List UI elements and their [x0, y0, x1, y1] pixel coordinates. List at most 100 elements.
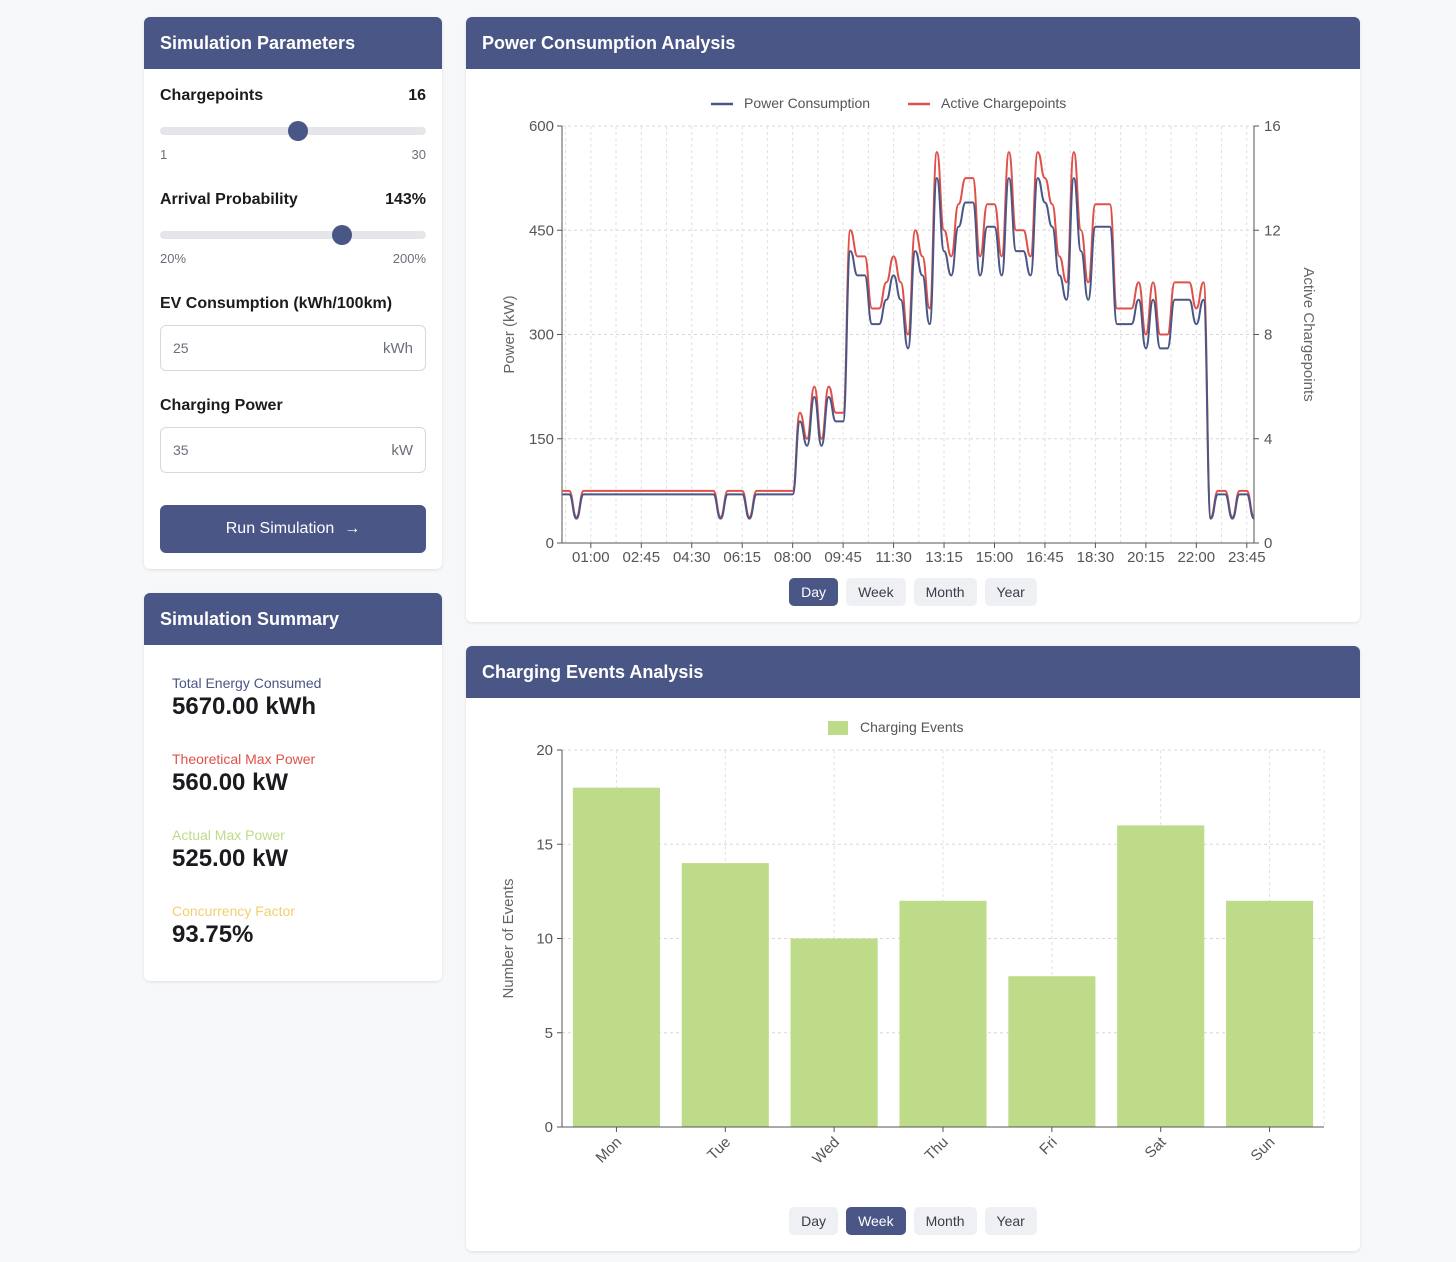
legend-label: Active Chargepoints	[941, 95, 1066, 111]
ev-consumption-field[interactable]: 25 kWh	[160, 325, 426, 371]
x-tick-label: 15:00	[976, 549, 1014, 566]
arrival-slider-thumb[interactable]	[331, 225, 352, 245]
panel-title: Power Consumption Analysis	[466, 17, 1360, 69]
y-axis-label: Number of Events	[500, 878, 517, 998]
arrival-value: 143%	[385, 191, 426, 208]
bar-sat	[1117, 825, 1205, 1127]
y2-tick-label: 8	[1264, 327, 1272, 344]
x-tick-label: Tue	[704, 1134, 734, 1164]
run-simulation-button[interactable]: Run Simulation →	[160, 505, 426, 553]
power-consumption-panel: Power Consumption Analysis Power Consump…	[466, 17, 1360, 622]
x-tick-label: Mon	[593, 1134, 626, 1167]
power-tab-year[interactable]: Year	[984, 578, 1037, 606]
power-tab-month[interactable]: Month	[913, 578, 977, 606]
x-tick-label: 16:45	[1026, 549, 1064, 566]
x-tick-label: 11:30	[875, 549, 911, 566]
power-tab-week[interactable]: Week	[846, 578, 906, 606]
stat-actual-max-power: Actual Max Power 525.00 kW	[172, 827, 288, 873]
bar-sun	[1226, 900, 1314, 1127]
stat-label: Actual Max Power	[172, 827, 285, 843]
y-tick-label: 600	[529, 118, 554, 135]
x-tick-label: 23:45	[1228, 549, 1266, 566]
chargepoints-label: Chargepoints	[160, 87, 264, 104]
stat-label: Concurrency Factor	[172, 903, 295, 919]
legend-label: Power Consumption	[744, 95, 870, 111]
y-tick-label: 450	[529, 222, 554, 239]
y-tick-label: 150	[529, 431, 554, 448]
stat-theoretical-max-power: Theoretical Max Power 560.00 kW	[172, 751, 315, 797]
arrow-right-icon: →	[344, 520, 361, 537]
x-tick-label: Sat	[1142, 1133, 1171, 1162]
arrival-max: 200%	[392, 251, 426, 266]
x-tick-label: Wed	[809, 1134, 843, 1168]
y-tick-label: 0	[545, 1119, 553, 1136]
legend-swatch	[828, 721, 848, 735]
bar-mon	[572, 787, 660, 1127]
ev-consumption-label: EV Consumption (kWh/100km)	[160, 295, 393, 312]
charging-power-label: Charging Power	[160, 397, 283, 414]
stat-value: 525.00 kW	[172, 845, 289, 872]
events-tab-day[interactable]: Day	[789, 1207, 839, 1235]
power-period-tabs: Day Week Month Year	[466, 578, 1360, 606]
panel-title: Simulation Parameters	[144, 17, 442, 69]
bar-thu	[899, 900, 987, 1127]
ev-consumption-unit: kWh	[383, 339, 413, 357]
x-tick-label: 02:45	[623, 549, 661, 566]
stat-value: 5670.00 kWh	[172, 693, 317, 720]
y-tick-label: 5	[545, 1025, 553, 1042]
x-tick-label: 22:00	[1178, 549, 1216, 566]
power-tab-day[interactable]: Day	[789, 578, 839, 606]
events-tab-year[interactable]: Year	[984, 1207, 1037, 1235]
legend-label: Charging Events	[860, 719, 964, 735]
arrival-min: 20%	[160, 251, 187, 266]
arrival-range: 20% 200%	[160, 251, 426, 266]
simulation-summary-panel: Simulation Summary Total Energy Consumed…	[144, 593, 442, 981]
x-tick-label: Fri	[1036, 1134, 1060, 1158]
x-tick-label: Sun	[1247, 1134, 1278, 1165]
chargepoints-slider-thumb[interactable]	[287, 121, 308, 141]
chargepoints-min: 1	[160, 147, 168, 162]
charging-events-chart: Charging Events 0 5 10 15 20 Mon Tue Wed Thu Fri Sa…	[500, 719, 1325, 1168]
chargepoints-value: 16	[408, 87, 426, 104]
power-consumption-chart: Power Consumption Active Chargepoints 0 150…	[501, 95, 1317, 566]
charging-power-value[interactable]: 35	[173, 442, 189, 458]
y-tick-label: 20	[536, 742, 553, 759]
panel-title: Charging Events Analysis	[466, 646, 1360, 698]
x-tick-label: 08:00	[774, 549, 812, 566]
chargepoints-slider[interactable]	[160, 121, 426, 141]
y-tick-label: 10	[536, 931, 553, 948]
y-tick-label: 0	[546, 535, 554, 552]
y2-axis-label: Active Chargepoints	[1300, 267, 1317, 401]
arrival-row: Arrival Probability 143%	[160, 191, 426, 209]
charging-power-field[interactable]: 35 kW	[160, 427, 426, 473]
charging-events-panel: Charging Events Analysis Charging Events…	[466, 646, 1360, 1251]
series-line-power-consumption	[562, 177, 1255, 520]
y-tick-label: 15	[536, 836, 553, 853]
stat-value: 560.00 kW	[172, 769, 289, 796]
x-tick-label: 06:15	[723, 549, 761, 566]
run-simulation-label: Run Simulation	[225, 520, 335, 537]
chargepoints-row: Chargepoints 16	[160, 87, 426, 105]
y2-tick-label: 4	[1264, 431, 1272, 448]
chargepoints-max: 30	[411, 147, 426, 162]
events-tab-week[interactable]: Week	[846, 1207, 906, 1235]
stat-total-energy: Total Energy Consumed 5670.00 kWh	[172, 675, 321, 721]
arrival-label: Arrival Probability	[160, 191, 298, 208]
stat-label: Total Energy Consumed	[172, 675, 322, 691]
stat-value: 93.75%	[172, 921, 254, 948]
simulation-parameters-panel: Simulation Parameters Chargepoints 16 1 …	[144, 17, 442, 569]
stat-label: Theoretical Max Power	[172, 751, 316, 767]
events-tab-month[interactable]: Month	[913, 1207, 977, 1235]
ev-consumption-value[interactable]: 25	[173, 340, 189, 356]
bar-wed	[790, 938, 878, 1127]
x-tick-label: 18:30	[1077, 549, 1115, 566]
stat-concurrency-factor: Concurrency Factor 93.75%	[172, 903, 295, 949]
charging-power-unit: kW	[391, 441, 413, 459]
x-tick-label: Thu	[922, 1134, 952, 1164]
arrival-slider[interactable]	[160, 225, 426, 245]
x-tick-label: 01:00	[572, 549, 610, 566]
events-period-tabs: Day Week Month Year	[466, 1207, 1360, 1235]
y2-tick-label: 12	[1264, 222, 1281, 239]
x-tick-label: 20:15	[1127, 549, 1165, 566]
x-tick-label: 04:30	[673, 549, 711, 566]
